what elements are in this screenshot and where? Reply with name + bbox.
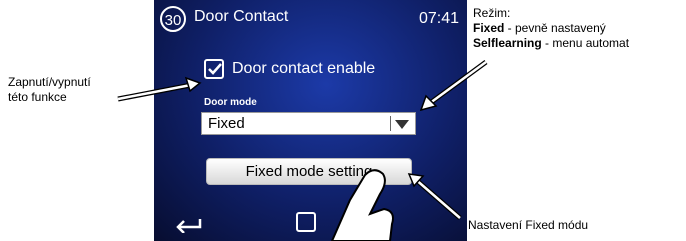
left-annotation-line1: Zapnutí/vypnutí [8,75,91,89]
bottom-annotation: Nastavení Fixed módu [468,218,589,232]
selflearning-desc: - menu automat [541,36,630,50]
left-annotation: Zapnutí/vypnutí této funkce [8,75,91,105]
mode-annotation-title: Režim: [473,6,511,20]
left-annotation-line2: této funkce [8,90,67,104]
fixed-bold: Fixed [473,21,505,35]
selflearning-bold: Selflearning [473,36,542,50]
fixed-desc: - pevně nastavený [504,21,606,35]
mode-annotation: Režim: Fixed - pevně nastavený Selflearn… [473,6,629,51]
